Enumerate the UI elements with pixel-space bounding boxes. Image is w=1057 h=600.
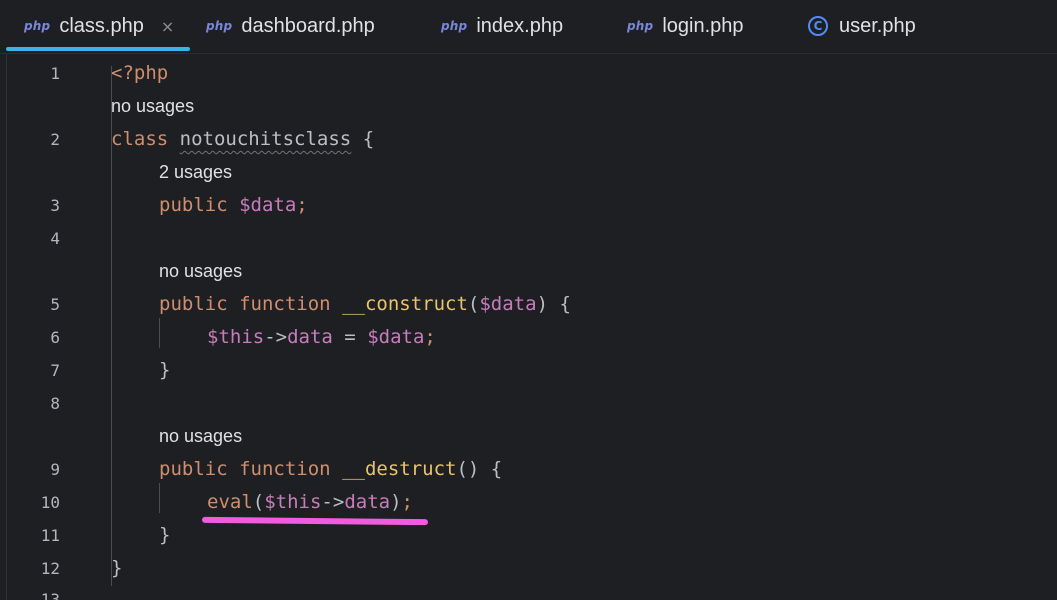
active-tab-indicator: [6, 47, 190, 51]
line-number: 8: [50, 394, 60, 413]
php-file-icon: php: [627, 19, 654, 33]
line-number: 2: [50, 130, 60, 149]
inlay-hint-row: no usages: [0, 255, 1057, 288]
code-text: public $data;: [159, 194, 308, 216]
code-line: 11 }: [0, 519, 1057, 552]
code-text: public function __destruct() {: [159, 458, 503, 480]
code-text: }: [159, 524, 171, 546]
line-number: 7: [50, 361, 60, 380]
php-file-icon: php: [206, 19, 233, 33]
class-icon: C: [808, 16, 828, 36]
php-open-tag: <?php: [111, 62, 169, 84]
line-number: 12: [40, 559, 60, 578]
line-number: 11: [40, 526, 60, 545]
usages-hint[interactable]: no usages: [159, 255, 242, 288]
code-text: eval($this->data);: [207, 491, 413, 513]
php-file-icon: php: [441, 19, 468, 33]
line-number: 1: [50, 64, 60, 83]
indent-guide: [159, 318, 160, 348]
tab-label: dashboard.php: [241, 14, 375, 37]
keyword-class: class: [111, 128, 169, 150]
tab-label: login.php: [662, 14, 744, 37]
tab-class-php[interactable]: php class.php ×: [24, 0, 174, 52]
code-text: public function __construct($data) {: [159, 293, 571, 315]
code-line: 12 }: [0, 552, 1057, 585]
usages-hint[interactable]: no usages: [111, 90, 194, 123]
code-text: }: [159, 359, 171, 381]
line-number: 4: [50, 229, 60, 248]
eval-call: eval: [207, 491, 253, 513]
line-number: 9: [50, 460, 60, 479]
close-icon[interactable]: ×: [161, 17, 174, 36]
tab-label: index.php: [476, 14, 564, 37]
usages-hint[interactable]: 2 usages: [159, 156, 232, 189]
line-number: 10: [40, 493, 60, 512]
line-number-partial: 13: [40, 590, 60, 600]
code-line: 8: [0, 387, 1057, 420]
indent-guide: [111, 66, 112, 586]
code-line: 9 public function __destruct() {: [0, 453, 1057, 486]
code-line: 2 class notouchitsclass {: [0, 123, 1057, 156]
inlay-hint-row: 2 usages: [0, 156, 1057, 189]
inlay-hint-row: no usages: [0, 90, 1057, 123]
tab-label: user.php: [839, 14, 916, 37]
code-editor[interactable]: 1 <?php no usages 2 class notouchitsclas…: [0, 54, 1057, 600]
line-number: 3: [50, 196, 60, 215]
code-text: }: [111, 557, 123, 579]
indent-guide: [159, 483, 160, 513]
code-text: $this->data = $data;: [207, 326, 436, 348]
code-line: 1 <?php: [0, 57, 1057, 90]
code-line: 3 public $data;: [0, 189, 1057, 222]
tab-label: class.php: [59, 14, 144, 37]
code-text: <?php: [111, 57, 168, 90]
tab-login-php[interactable]: php login.php: [627, 0, 744, 52]
code-line: 7 }: [0, 354, 1057, 387]
editor-tab-bar: php class.php × php dashboard.php php in…: [0, 0, 1057, 54]
tab-dashboard-php[interactable]: php dashboard.php: [206, 0, 375, 52]
code-text: class notouchitsclass {: [111, 128, 375, 150]
line-number: 5: [50, 295, 60, 314]
class-name: notouchitsclass: [179, 128, 352, 150]
tab-user-php[interactable]: C user.php: [808, 0, 916, 52]
inlay-hint-row: no usages: [0, 420, 1057, 453]
code-line: 4: [0, 222, 1057, 255]
tab-index-php[interactable]: php index.php: [441, 0, 563, 52]
usages-hint[interactable]: no usages: [159, 420, 242, 453]
code-line: 5 public function __construct($data) {: [0, 288, 1057, 321]
line-number: 6: [50, 328, 60, 347]
php-file-icon: php: [24, 19, 51, 33]
